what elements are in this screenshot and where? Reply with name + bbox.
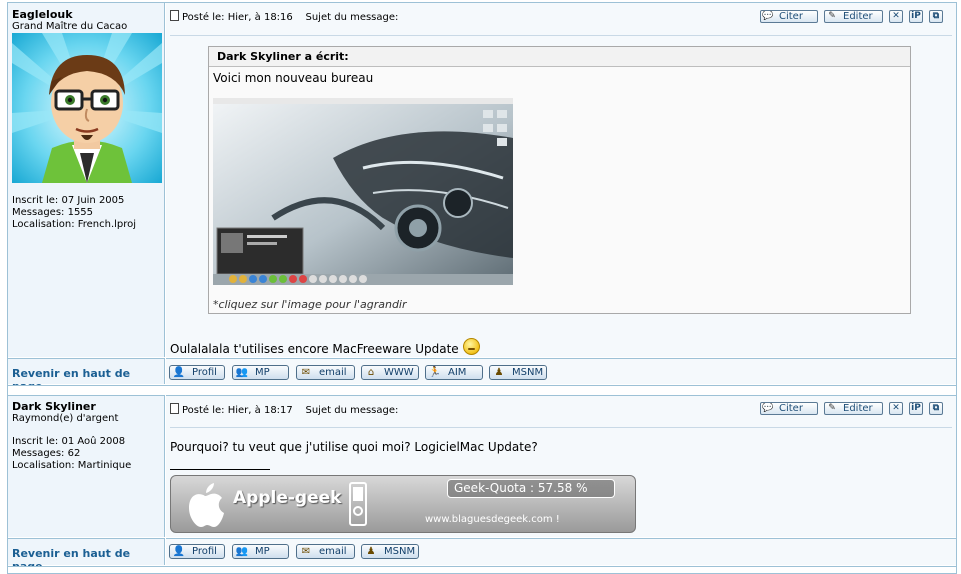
copy-button[interactable]: ⧉ [929,402,943,415]
apple-logo-icon [189,483,224,527]
geek-quota: Geek-Quota : 57.58 % [447,479,615,498]
edit-button[interactable]: ✎ Editer [824,402,883,415]
pencil-icon: ✎ [828,11,836,21]
post-document-icon[interactable] [170,403,179,414]
envelope-icon: ✉ [301,367,311,378]
table-bottom-row [8,566,956,573]
post2-header-divider [170,427,952,428]
users-icon: 👥 [235,546,249,557]
post1-footer-left: Revenir en haut de page [8,358,165,393]
email-button[interactable]: ✉ email [296,544,355,559]
post1-header: Posté le: Hier, à 18:16 Sujet du message… [170,10,398,23]
post-spacer [8,385,956,395]
aim-button[interactable]: 🏃 AIM [425,365,483,380]
smiley-icon [462,338,480,355]
user-icon: 👤 [172,367,186,378]
post2-header: Posté le: Hier, à 18:17 Sujet du message… [170,403,398,416]
post1-author-name[interactable]: Eaglelouk [12,8,73,21]
house-icon: ⌂ [367,367,375,378]
msn-button[interactable]: ♟ MSNM [361,544,419,559]
post1-avatar [12,33,162,183]
post1-body-text: Oulalalala t'utilises encore MacFreeware… [170,342,459,356]
post1-author-panel: Eaglelouk Grand Maître du Cacao Inscrit … [8,3,165,357]
post1-footer-right: 👤 Profil 👥 MP ✉ email ⌂ WWW 🏃 AIM ♟ MSNM [166,358,956,384]
post2-author-panel: Dark Skyliner Raymond(e) d'argent Inscri… [8,395,165,537]
signature-url: www.blaguesdegeek.com ! [425,514,560,525]
post1-joined: Inscrit le: 07 Juin 2005 [12,195,125,206]
post1-author-rank: Grand Maître du Cacao [12,21,128,32]
speech-bubble-icon: 💬 [762,403,774,413]
edit-button[interactable]: ✎ Editer [824,10,883,23]
post-document-icon[interactable] [170,10,179,21]
signature-brand: Apple-geek [233,488,342,508]
msn-button[interactable]: ♟ MSNM [489,365,547,380]
post2-location: Localisation: Martinique [12,460,132,471]
post1-body: Oulalalala t'utilises encore MacFreeware… [170,338,480,356]
private-message-button[interactable]: 👥 MP [232,544,289,559]
copy-button[interactable]: ⧉ [929,10,943,23]
msn-icon: ♟ [494,367,504,378]
post1-posted-date: Posté le: Hier, à 18:16 [182,12,293,23]
user-icon: 👤 [172,546,186,557]
quote-text: Voici mon nouveau bureau [213,71,374,85]
delete-button[interactable]: ✕ [889,402,903,415]
quote-author: Dark Skyliner a écrit: [209,47,910,67]
signature-banner[interactable]: Apple-geek Geek-Quota : 57.58 % www.blag… [170,475,636,533]
quote-button[interactable]: 💬 Citer [760,10,818,23]
post2-author-name[interactable]: Dark Skyliner [12,400,96,413]
post1-content: Posté le: Hier, à 18:16 Sujet du message… [166,3,956,357]
envelope-icon: ✉ [301,546,311,557]
delete-button[interactable]: ✕ [889,10,903,23]
post2-footer-right: 👤 Profil 👥 MP ✉ email ♟ MSNM [166,538,956,565]
post2-body: Pourquoi? tu veut que j'utilise quoi moi… [170,440,538,454]
aim-runner-icon: 🏃 [428,367,442,378]
profile-button[interactable]: 👤 Profil [169,544,225,559]
ip-button[interactable]: iP [909,10,923,23]
post2-author-rank: Raymond(e) d'argent [12,413,119,424]
post2-content: Posté le: Hier, à 18:17 Sujet du message… [166,395,956,537]
post1-messages: Messages: 1555 [12,207,94,218]
post2-joined: Inscrit le: 01 Aoû 2008 [12,436,126,447]
post1-header-divider [170,35,952,36]
signature-divider [170,469,270,470]
private-message-button[interactable]: 👥 MP [232,365,289,380]
ipod-icon [349,482,367,526]
pencil-icon: ✎ [828,403,836,413]
quote-button[interactable]: 💬 Citer [760,402,818,415]
post2-footer-left: Revenir en haut de page [8,538,165,573]
website-button[interactable]: ⌂ WWW [361,365,419,380]
users-icon: 👥 [235,367,249,378]
profile-button[interactable]: 👤 Profil [169,365,225,380]
post1-subject-label: Sujet du message: [305,12,399,23]
ip-button[interactable]: iP [909,402,923,415]
quote-caption: *cliquez sur l'image pour l'agrandir [213,298,407,311]
post2-subject-label: Sujet du message: [305,405,399,416]
desktop-screenshot-thumbnail[interactable] [213,98,513,285]
post2-messages: Messages: 62 [12,448,81,459]
post2-posted-date: Posté le: Hier, à 18:17 [182,405,293,416]
email-button[interactable]: ✉ email [296,365,355,380]
post1-location: Localisation: French.lproj [12,219,137,230]
msn-icon: ♟ [366,546,376,557]
speech-bubble-icon: 💬 [762,11,774,21]
post1-quote-box: Dark Skyliner a écrit: Voici mon nouveau… [208,46,911,314]
